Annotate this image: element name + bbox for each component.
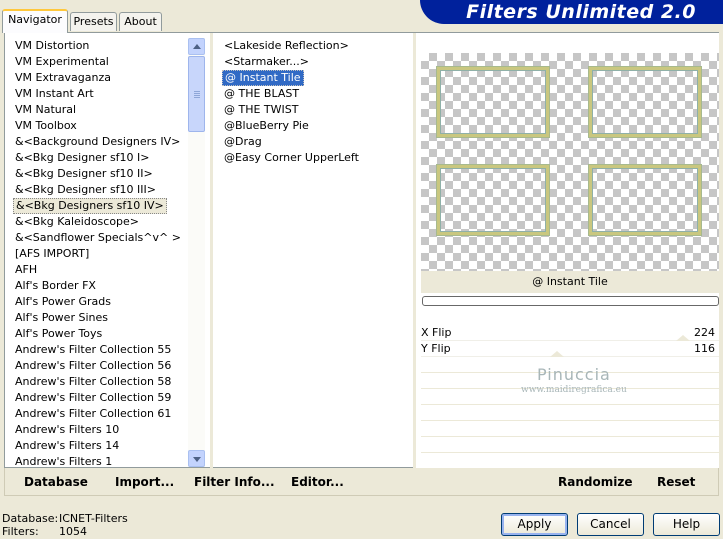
parameter-area: X Flip 224 Y Flip 116 Pinuccia www.maidi…	[421, 325, 719, 469]
category-item[interactable]: &<Bkg Designer sf10 I>	[13, 150, 152, 166]
editor-button[interactable]: Editor...	[291, 475, 344, 489]
brand-title: Filters Unlimited 2.0	[466, 1, 696, 23]
category-item[interactable]: &<Bkg Designer sf10 III>	[13, 182, 158, 198]
filter-item[interactable]: <Lakeside Reflection>	[222, 38, 351, 54]
category-item[interactable]: VM Experimental	[13, 54, 111, 70]
category-item[interactable]: &<Bkg Kaleidoscope>	[13, 214, 141, 230]
category-item[interactable]: VM Instant Art	[13, 86, 96, 102]
preview-image	[421, 53, 719, 273]
category-item[interactable]: Alf's Power Toys	[13, 326, 104, 342]
scroll-down-button[interactable]	[188, 450, 205, 467]
watermark: Pinuccia www.maidiregrafica.eu	[521, 365, 627, 395]
category-item[interactable]: Alf's Power Grads	[13, 294, 113, 310]
status-area: Database: ICNET-Filters Filters: 1054	[2, 512, 128, 538]
help-button[interactable]: Help	[653, 513, 720, 536]
filter-item[interactable]: <Starmaker...>	[222, 54, 311, 70]
tile-frame	[437, 67, 549, 137]
param-empty-row	[421, 421, 719, 437]
pane-divider[interactable]	[210, 33, 213, 468]
database-value: ICNET-Filters	[59, 512, 128, 525]
tile-frame	[589, 165, 701, 235]
database-label: Database:	[2, 512, 59, 525]
filters-count: 1054	[59, 525, 87, 538]
grip-icon	[194, 91, 200, 92]
category-item[interactable]: Andrew's Filter Collection 58	[13, 374, 173, 390]
category-item[interactable]: Andrew's Filters 10	[13, 422, 121, 438]
filter-item[interactable]: @ Instant Tile	[222, 70, 304, 86]
category-item[interactable]: &<Bkg Designer sf10 II>	[13, 166, 155, 182]
tile-frame	[437, 165, 549, 235]
category-item[interactable]: Andrew's Filters 14	[13, 438, 121, 454]
filter-item[interactable]: @Easy Corner UpperLeft	[222, 150, 361, 166]
category-scrollbar[interactable]	[188, 38, 205, 467]
category-item[interactable]: Andrew's Filters 1	[13, 454, 114, 468]
tile-frame	[589, 67, 701, 137]
import-button[interactable]: Import...	[115, 475, 174, 489]
cancel-button[interactable]: Cancel	[577, 513, 644, 536]
apply-button[interactable]: Apply	[501, 513, 568, 536]
param-y-flip[interactable]: Y Flip 116	[421, 341, 719, 357]
category-item[interactable]: AFH	[13, 262, 39, 278]
param-value: 116	[694, 342, 715, 355]
category-item[interactable]: VM Natural	[13, 102, 78, 118]
reset-button[interactable]: Reset	[657, 475, 695, 489]
filters-label: Filters:	[2, 525, 39, 538]
preview-filter-name: @ Instant Tile	[421, 271, 719, 293]
navigator-panel: VM Distortion VM Experimental VM Extravaga…	[4, 32, 719, 469]
category-item[interactable]: Andrew's Filter Collection 56	[13, 358, 173, 374]
category-item[interactable]: VM Extravaganza	[13, 70, 113, 86]
param-label: X Flip	[421, 326, 452, 339]
param-label: Y Flip	[421, 342, 451, 355]
scroll-thumb[interactable]	[188, 56, 205, 132]
scroll-up-button[interactable]	[188, 38, 205, 55]
param-empty-row	[421, 453, 719, 469]
category-item[interactable]: &<Background Designers IV>	[13, 134, 182, 150]
filter-item[interactable]: @Drag	[222, 134, 264, 150]
tab-presets[interactable]: Presets	[70, 12, 117, 31]
filter-item[interactable]: @ THE TWIST	[222, 102, 300, 118]
filter-item[interactable]: @ THE BLAST	[222, 86, 301, 102]
watermark-url: www.maidiregrafica.eu	[521, 385, 627, 395]
filter-list[interactable]: <Lakeside Reflection> <Starmaker...> @ Ins…	[219, 33, 413, 468]
category-item[interactable]: Alf's Power Sines	[13, 310, 110, 326]
watermark-name: Pinuccia	[536, 365, 611, 384]
category-item[interactable]: Andrew's Filter Collection 61	[13, 406, 173, 422]
param-empty-row	[421, 437, 719, 453]
category-item[interactable]: VM Distortion	[13, 38, 91, 54]
category-item[interactable]: VM Toolbox	[13, 118, 79, 134]
database-button[interactable]: Database	[24, 475, 88, 489]
category-list[interactable]: VM Distortion VM Experimental VM Extravaga…	[5, 33, 189, 468]
progress-bar	[422, 296, 719, 306]
preview-area: @ Instant Tile X Flip 224 Y Flip 116 Pin…	[416, 33, 719, 469]
category-item[interactable]: [AFS IMPORT]	[13, 246, 91, 262]
brand-banner: Filters Unlimited 2.0	[420, 0, 723, 24]
filter-item[interactable]: @BlueBerry Pie	[222, 118, 311, 134]
param-empty-row	[421, 405, 719, 421]
category-item[interactable]: Alf's Border FX	[13, 278, 98, 294]
bottom-toolbar: Database Import... Filter Info... Editor…	[4, 468, 719, 496]
category-item[interactable]: &<Bkg Designers sf10 IV>	[13, 198, 167, 214]
category-item[interactable]: Andrew's Filter Collection 55	[13, 342, 173, 358]
randomize-button[interactable]: Randomize	[558, 475, 632, 489]
tab-navigator[interactable]: Navigator	[2, 9, 68, 33]
param-x-flip[interactable]: X Flip 224	[421, 325, 719, 341]
param-value: 224	[694, 326, 715, 339]
tab-strip: Navigator Presets About Filters Unlimite…	[0, 0, 723, 33]
category-item[interactable]: &<Sandflower Specials^v^ >	[13, 230, 183, 246]
category-item[interactable]: Andrew's Filter Collection 59	[13, 390, 173, 406]
filter-info-button[interactable]: Filter Info...	[194, 475, 275, 489]
tab-about[interactable]: About	[119, 12, 162, 31]
